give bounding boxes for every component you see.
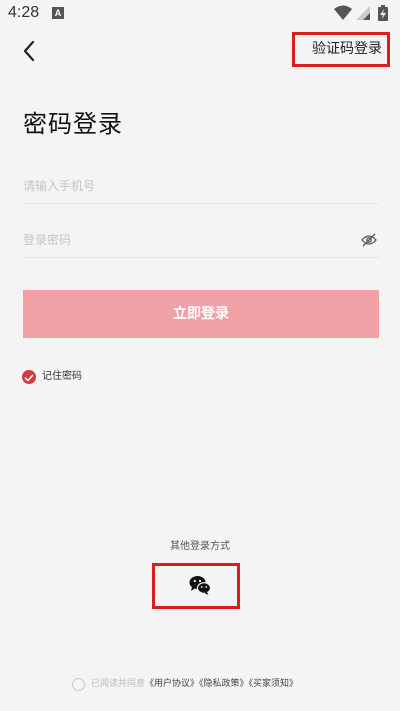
password-input[interactable]: [23, 222, 343, 257]
remember-password-label: 记住密码: [42, 371, 82, 382]
user-agreement-link[interactable]: 《用户协议》: [145, 679, 199, 689]
password-field-row: [23, 222, 379, 258]
back-button[interactable]: [16, 36, 44, 66]
signal-icon: [356, 6, 370, 20]
wifi-icon: [334, 5, 352, 20]
notification-letter-icon: A: [52, 7, 64, 19]
page-title: 密码登录: [23, 110, 123, 138]
wechat-icon: [189, 576, 211, 595]
login-button[interactable]: 立即登录: [23, 290, 379, 338]
phone-input[interactable]: [23, 168, 379, 203]
eye-closed-icon[interactable]: [361, 233, 377, 247]
status-icons: [334, 5, 394, 21]
buyer-notice-link[interactable]: 《买家须知》: [249, 679, 299, 689]
privacy-policy-link[interactable]: 《隐私政策》: [199, 679, 249, 689]
sms-code-login-link[interactable]: 验证码登录: [292, 32, 390, 67]
battery-charging-icon: [378, 5, 388, 21]
chevron-left-icon: [23, 40, 35, 62]
status-bar: 4:28 A: [0, 0, 400, 28]
agree-radio[interactable]: [72, 678, 85, 691]
agreement-text: 已阅读并同意《用户协议》《隐私政策》《买家须知》: [91, 678, 298, 691]
phone-field-row: [23, 168, 379, 204]
wechat-login-button[interactable]: [152, 563, 240, 609]
status-time: 4:28: [8, 4, 40, 21]
checkmark-icon[interactable]: [22, 370, 36, 384]
agreement-prefix: 已阅读并同意: [91, 679, 146, 689]
other-login-methods-label: 其他登录方式: [170, 541, 230, 552]
